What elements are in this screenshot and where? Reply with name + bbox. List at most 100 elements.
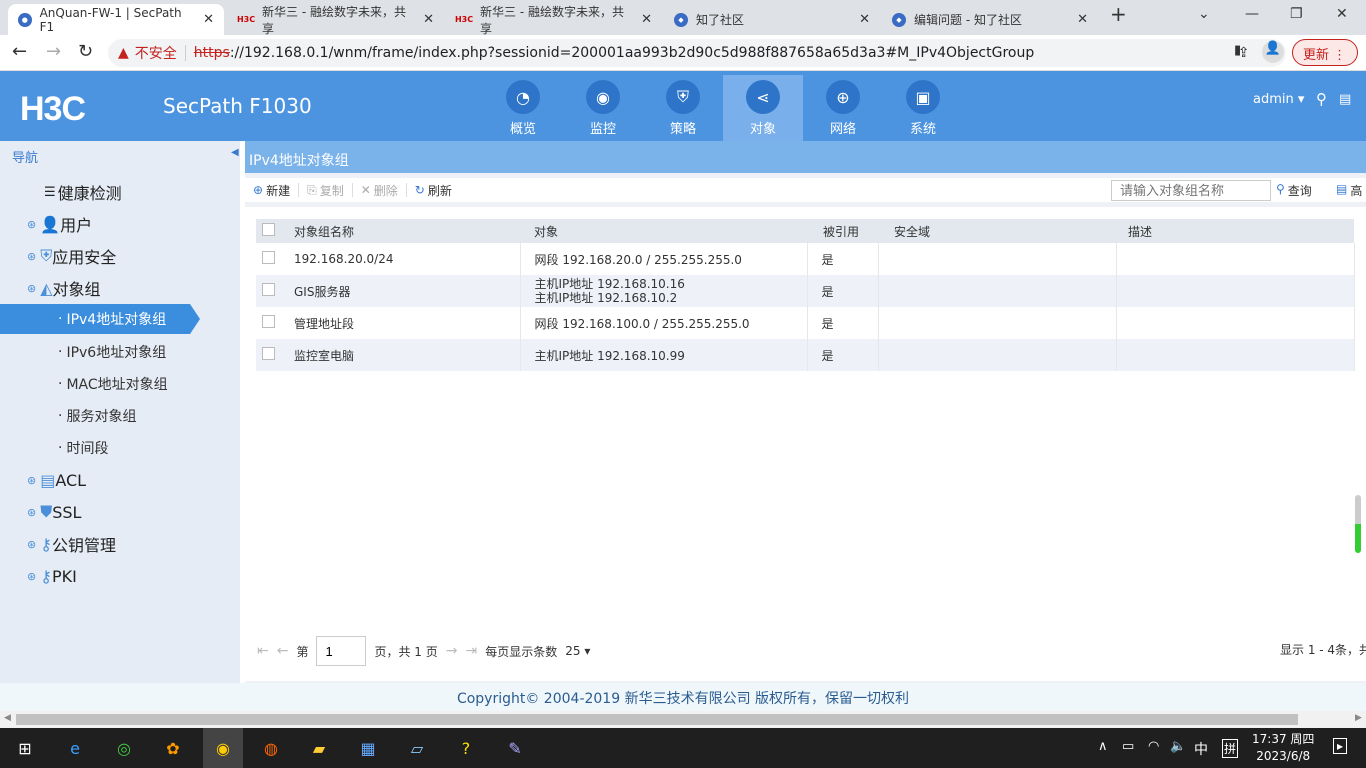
column-header[interactable]: 对象组名称 — [288, 219, 520, 243]
user-menu[interactable]: admin ▾ — [1253, 92, 1304, 107]
sidebar-item-time-range[interactable]: · 时间段 — [0, 433, 240, 463]
search-icon[interactable]: ⚲ — [1316, 90, 1327, 108]
sidebar-item-service-group[interactable]: · 服务对象组 — [0, 401, 240, 431]
nav-network[interactable]: ⊕ 网络 — [803, 75, 883, 141]
url-input[interactable]: ▲ 不安全 https ://192.168.0.1/wnm/frame/ind… — [108, 39, 1286, 67]
help-icon[interactable]: ? — [453, 736, 479, 760]
table-row[interactable]: 192.168.20.0/24 网段 192.168.20.0 / 255.255… — [256, 243, 1355, 275]
sidebar-item-acl[interactable]: ⊛ ▤ ACL — [0, 465, 240, 495]
next-page-icon[interactable]: → — [446, 643, 458, 659]
close-icon[interactable]: ✕ — [423, 12, 434, 27]
column-header[interactable]: 被引用 — [807, 219, 878, 243]
minimize-button[interactable]: — — [1245, 6, 1259, 22]
tab-zhiliao[interactable]: ◆ 知了社区 ✕ — [664, 4, 880, 35]
ime-mode[interactable]: 中 — [1194, 739, 1208, 759]
sidebar-item-ipv4-group[interactable]: · IPv4地址对象组 — [0, 304, 200, 334]
save-icon[interactable]: ▤ — [1339, 92, 1351, 107]
notepad-icon[interactable]: ▱ — [404, 736, 430, 760]
table-row[interactable]: GIS服务器 主机IP地址 192.168.10.16 主机IP地址 192.168… — [256, 275, 1355, 307]
nav-overview[interactable]: ◔ 概览 — [483, 75, 563, 141]
chrome-icon[interactable]: ◉ — [203, 728, 243, 768]
close-window-button[interactable]: ✕ — [1336, 6, 1348, 22]
firefox-icon[interactable]: ◍ — [258, 736, 284, 760]
scroll-right-icon[interactable]: ▶ — [1355, 713, 1362, 723]
forward-icon[interactable]: → — [46, 41, 61, 62]
clock[interactable]: 17:37 周四 2023/6/8 — [1252, 731, 1314, 765]
back-icon[interactable]: ← — [12, 41, 27, 62]
advanced-button[interactable]: ▤ 高 — [1336, 182, 1362, 199]
tab-h3c-2[interactable]: H3C 新华三 - 融绘数字未来，共享 ✕ — [446, 4, 662, 36]
sidebar-item-mac-group[interactable]: · MAC地址对象组 — [0, 369, 240, 399]
profile-icon[interactable]: 👤 — [1262, 41, 1284, 63]
browser-360-icon[interactable]: ◎ — [111, 736, 137, 760]
tab-anquan[interactable]: ● AnQuan-FW-1 | SecPath F1 ✕ — [8, 4, 224, 35]
sidebar-item-app-security[interactable]: ⊛ ⛨ 应用安全 — [0, 241, 240, 271]
scroll-thumb[interactable] — [16, 714, 1298, 725]
tab-search-icon[interactable]: ⌄ — [1198, 6, 1210, 22]
row-checkbox[interactable] — [262, 283, 275, 296]
last-page-icon[interactable]: ⇥ — [465, 643, 477, 659]
column-header[interactable]: 对象 — [520, 219, 807, 243]
sidebar-item-health[interactable]: ☰ 健康检测 — [0, 177, 240, 207]
sidebar-icon[interactable]: ▮ — [1234, 43, 1241, 58]
colorful-app-icon[interactable]: ✿ — [160, 736, 186, 760]
copy-button[interactable]: ⎘ 复制 — [299, 183, 353, 198]
notification-icon[interactable]: ▸ — [1333, 738, 1348, 754]
delete-button[interactable]: ✕ 删除 — [353, 183, 407, 198]
sidebar-item-ipv6-group[interactable]: · IPv6地址对象组 — [0, 337, 240, 367]
table-row[interactable]: 管理地址段 网段 192.168.100.0 / 255.255.255.0 是 — [256, 307, 1355, 339]
per-page-select[interactable]: 25 ▾ — [565, 644, 590, 658]
close-icon[interactable]: ✕ — [203, 12, 214, 27]
close-icon[interactable]: ✕ — [859, 12, 870, 27]
nav-system[interactable]: ▣ 系统 — [883, 75, 963, 141]
tab-h3c-1[interactable]: H3C 新华三 - 融绘数字未来，共享 ✕ — [228, 4, 444, 36]
horizontal-scrollbar[interactable]: ◀ ▶ — [0, 711, 1366, 728]
ie-icon[interactable]: e — [62, 736, 88, 760]
search-input[interactable] — [1111, 180, 1271, 201]
row-checkbox[interactable] — [262, 315, 275, 328]
first-page-icon[interactable]: ⇤ — [257, 643, 269, 659]
reload-icon[interactable]: ↻ — [78, 41, 93, 62]
network-tool-icon[interactable]: ▦ — [355, 736, 381, 760]
update-button[interactable]: 更新 ⋮ — [1292, 39, 1358, 66]
vertical-scrollbar[interactable] — [1355, 495, 1361, 553]
ime-pinyin[interactable]: 拼 — [1222, 739, 1239, 758]
shield-icon: ⛨ — [666, 80, 700, 114]
query-button[interactable]: ⚲ 查询 — [1276, 182, 1312, 199]
nav-object[interactable]: ⋖ 对象 — [723, 75, 803, 141]
sidebar-item-pki[interactable]: ⊛ ⚷ PKI — [0, 561, 240, 591]
paint-icon[interactable]: ✎ — [502, 736, 528, 760]
volume-icon[interactable]: 🔈 — [1170, 739, 1186, 754]
sidebar-item-user[interactable]: ⊛ 👤 用户 — [0, 209, 240, 239]
drop-icon: ◆ — [892, 12, 906, 27]
new-tab-button[interactable]: + — [1110, 2, 1127, 26]
close-icon[interactable]: ✕ — [1077, 12, 1088, 27]
file-explorer-icon[interactable]: ▰ — [306, 736, 332, 760]
restore-button[interactable]: ❐ — [1290, 6, 1303, 22]
refresh-button[interactable]: ↻ 刷新 — [407, 183, 460, 198]
nav-policy[interactable]: ⛨ 策略 — [643, 75, 723, 141]
row-checkbox[interactable] — [262, 251, 275, 264]
collapse-icon[interactable]: ◀ — [231, 147, 239, 158]
close-icon[interactable]: ✕ — [641, 12, 652, 27]
prev-page-icon[interactable]: ← — [277, 643, 289, 659]
windows-start-icon[interactable]: ⊞ — [12, 736, 38, 760]
column-header[interactable]: 安全域 — [878, 219, 1116, 243]
page-input[interactable] — [316, 636, 367, 666]
sidebar-item-pubkey[interactable]: ⊛ ⚷ 公钥管理 — [0, 529, 240, 559]
table-row[interactable]: 监控室电脑 主机IP地址 192.168.10.99 是 — [256, 339, 1355, 371]
battery-icon[interactable]: ▭ — [1122, 739, 1134, 754]
column-header[interactable]: 描述 — [1116, 219, 1354, 243]
nav-monitor[interactable]: ◉ 监控 — [563, 75, 643, 141]
main-content: IPv4地址对象组 ⊕新建 ⎘复制 ✕删除 ↻刷新 ⚲查询 ▤高 对象组名称 对… — [245, 141, 1366, 683]
tab-edit-question[interactable]: ◆ 编辑问题 - 知了社区 ✕ — [882, 4, 1098, 35]
scroll-left-icon[interactable]: ◀ — [4, 713, 11, 723]
sidebar-item-ssl[interactable]: ⊛ ⛊ SSL — [0, 497, 240, 527]
row-checkbox[interactable] — [262, 347, 275, 360]
refresh-icon: ↻ — [414, 183, 425, 197]
new-button[interactable]: ⊕ 新建 — [245, 183, 300, 198]
sidebar-item-object-group[interactable]: ⊛ ◭ 对象组 — [0, 273, 240, 303]
tray-expand-icon[interactable]: ∧ — [1098, 739, 1108, 754]
wifi-icon[interactable]: ◠ — [1148, 739, 1159, 754]
select-all-checkbox[interactable] — [256, 219, 288, 243]
